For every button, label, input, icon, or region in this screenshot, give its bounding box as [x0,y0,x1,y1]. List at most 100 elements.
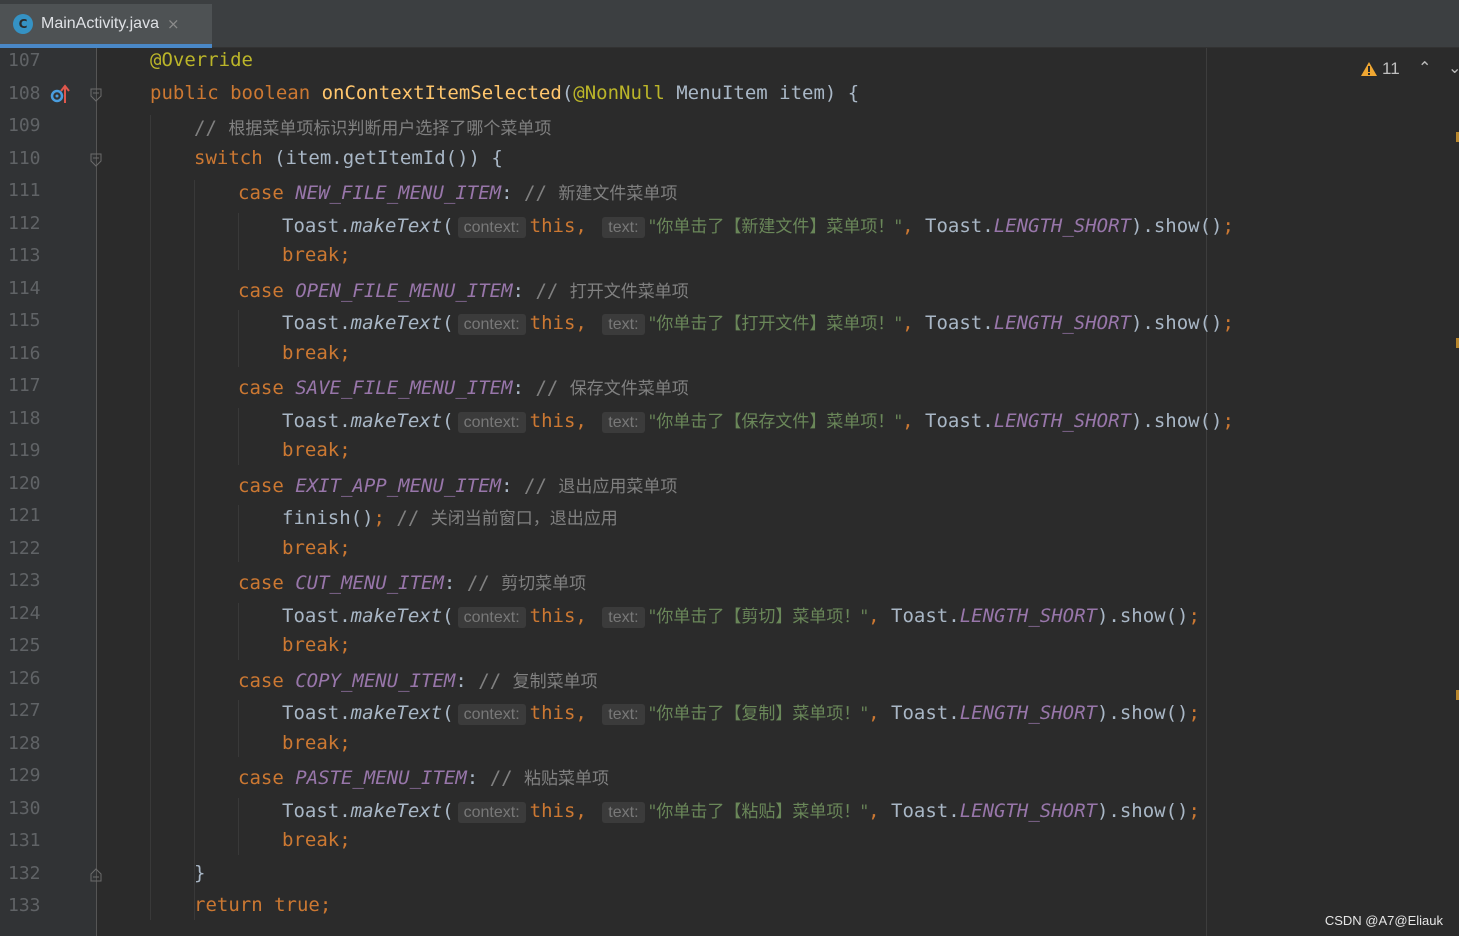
tab-main-activity[interactable]: C MainActivity.java × [0,4,212,48]
code-text[interactable]: Toast.makeText(context: this, text: "你单击了【… [282,407,1234,433]
line-number[interactable]: 123 [8,570,41,591]
code-text[interactable]: Toast.makeText(context: this, text: "你单击了【… [282,309,1234,335]
code-text[interactable]: break; [282,537,351,559]
code-line[interactable]: 132} [0,859,1459,891]
fold-open-icon[interactable] [90,88,102,102]
code-line[interactable]: 130 Toast.makeText(context: this, text: "你单… [0,794,1459,826]
code-token: 保存文件菜单项 [569,379,689,399]
code-line[interactable]: 113 break; [0,241,1459,273]
code-text[interactable]: break; [282,732,351,754]
line-number[interactable]: 121 [8,505,41,526]
code-line[interactable]: 114 case OPEN_FILE_MENU_ITEM: // 打开文件菜单项 [0,274,1459,306]
inspection-widget[interactable]: 11 [1360,59,1400,79]
code-line[interactable]: 127 Toast.makeText(context: this, text: "你单… [0,696,1459,728]
line-number[interactable]: 128 [8,733,41,754]
code-token: ( [442,702,454,724]
fold-open-icon[interactable] [90,153,102,167]
code-text[interactable]: break; [282,829,351,851]
line-number[interactable]: 126 [8,668,41,689]
code-line[interactable]: 117 case SAVE_FILE_MENU_ITEM: // 保存文件菜单项 [0,371,1459,403]
code-line[interactable]: 115 Toast.makeText(context: this, text: "你单… [0,306,1459,338]
line-number[interactable]: 111 [8,180,41,201]
code-line[interactable]: 121 finish(); // 关闭当前窗口，退出应用 [0,501,1459,533]
override-method-icon[interactable] [50,84,70,106]
line-number[interactable]: 116 [8,343,41,364]
line-number[interactable]: 114 [8,278,41,299]
code-text[interactable]: case EXIT_APP_MENU_ITEM: // 退出应用菜单项 [238,472,677,497]
code-text[interactable]: break; [282,342,351,364]
code-text[interactable]: } [194,862,205,884]
code-line[interactable]: 124 Toast.makeText(context: this, text: "你单… [0,599,1459,631]
code-text[interactable]: Toast.makeText(context: this, text: "你单击了【… [282,797,1200,823]
code-line[interactable]: 108 public boolean onContextItemSelected(… [0,79,1459,111]
code-text[interactable]: case COPY_MENU_ITEM: // 复制菜单项 [238,667,598,692]
code-token: case [238,377,296,399]
code-line[interactable]: 129 case PASTE_MENU_ITEM: // 粘贴菜单项 [0,761,1459,793]
line-number[interactable]: 113 [8,245,41,266]
line-number[interactable]: 108 [8,83,41,104]
code-line[interactable]: 119 break; [0,436,1459,468]
code-text[interactable]: case CUT_MENU_ITEM: // 剪切菜单项 [238,569,586,594]
code-text[interactable]: finish(); // 关闭当前窗口，退出应用 [282,504,618,529]
line-number[interactable]: 119 [8,440,41,461]
code-text[interactable]: public boolean onContextItemSelected(@No… [150,82,859,104]
code-line[interactable]: 120 case EXIT_APP_MENU_ITEM: // 退出应用菜单项 [0,469,1459,501]
code-line[interactable]: 111 case NEW_FILE_MENU_ITEM: // 新建文件菜单项 [0,176,1459,208]
line-number[interactable]: 112 [8,213,41,234]
code-token: Toast. [282,214,351,237]
indent-guide [238,407,239,465]
code-token: LENGTH_SHORT [959,799,1097,822]
code-text[interactable]: Toast.makeText(context: this, text: "你单击了【… [282,699,1200,725]
code-line[interactable]: 110 switch (item.getItemId()) { [0,144,1459,176]
line-number[interactable]: 129 [8,765,41,786]
line-number[interactable]: 122 [8,538,41,559]
code-text[interactable]: Toast.makeText(context: this, text: "你单击了【… [282,212,1234,238]
previous-highlight-icon[interactable]: ⌃ [1418,58,1431,77]
code-line[interactable]: 126 case COPY_MENU_ITEM: // 复制菜单项 [0,664,1459,696]
code-line[interactable]: 118 Toast.makeText(context: this, text: "你单… [0,404,1459,436]
line-number[interactable]: 115 [8,310,41,331]
line-number[interactable]: 124 [8,603,41,624]
code-line[interactable]: 112 Toast.makeText(context: this, text: "你单… [0,209,1459,241]
line-number[interactable]: 127 [8,700,41,721]
code-line[interactable]: 125 break; [0,631,1459,663]
code-line[interactable]: 109 // 根据菜单项标识判断用户选择了哪个菜单项 [0,111,1459,143]
line-number[interactable]: 125 [8,635,41,656]
line-number[interactable]: 107 [8,50,41,71]
code-line[interactable]: 122 break; [0,534,1459,566]
code-text[interactable]: switch (item.getItemId()) { [194,147,503,169]
parameter-hint: text: [602,801,645,823]
code-text[interactable]: return true; [194,894,331,916]
fold-end-icon[interactable] [90,867,102,882]
code-text[interactable]: break; [282,439,351,461]
code-text[interactable]: break; [282,634,351,656]
code-text[interactable]: case OPEN_FILE_MENU_ITEM: // 打开文件菜单项 [238,277,689,302]
code-text[interactable]: case SAVE_FILE_MENU_ITEM: // 保存文件菜单项 [238,374,689,399]
next-highlight-icon[interactable]: ⌄ [1448,58,1459,77]
code-text[interactable]: // 根据菜单项标识判断用户选择了哪个菜单项 [194,114,551,139]
close-icon[interactable]: × [167,15,180,33]
code-line[interactable]: 131 break; [0,826,1459,858]
code-text[interactable]: Toast.makeText(context: this, text: "你单击了【… [282,602,1200,628]
code-text[interactable]: break; [282,244,351,266]
code-token: LENGTH_SHORT [959,702,1097,724]
code-text[interactable]: case PASTE_MENU_ITEM: // 粘贴菜单项 [238,764,609,789]
line-number[interactable]: 109 [8,115,41,136]
line-number[interactable]: 130 [8,798,41,819]
code-text[interactable]: @Override [150,49,253,71]
line-number[interactable]: 131 [8,830,41,851]
code-text[interactable]: case NEW_FILE_MENU_ITEM: // 新建文件菜单项 [238,179,677,204]
indent-guide [150,115,151,920]
code-token: break; [282,439,351,461]
code-line[interactable]: 107 @Override [0,46,1459,78]
line-number[interactable]: 118 [8,408,41,429]
line-number[interactable]: 132 [8,863,41,884]
line-number[interactable]: 117 [8,375,41,396]
code-line[interactable]: 123 case CUT_MENU_ITEM: // 剪切菜单项 [0,566,1459,598]
code-line[interactable]: 133 return true; [0,891,1459,923]
line-number[interactable]: 133 [8,895,41,916]
line-number[interactable]: 110 [8,148,41,169]
line-number[interactable]: 120 [8,473,41,494]
code-line[interactable]: 116 break; [0,339,1459,371]
code-line[interactable]: 128 break; [0,729,1459,761]
